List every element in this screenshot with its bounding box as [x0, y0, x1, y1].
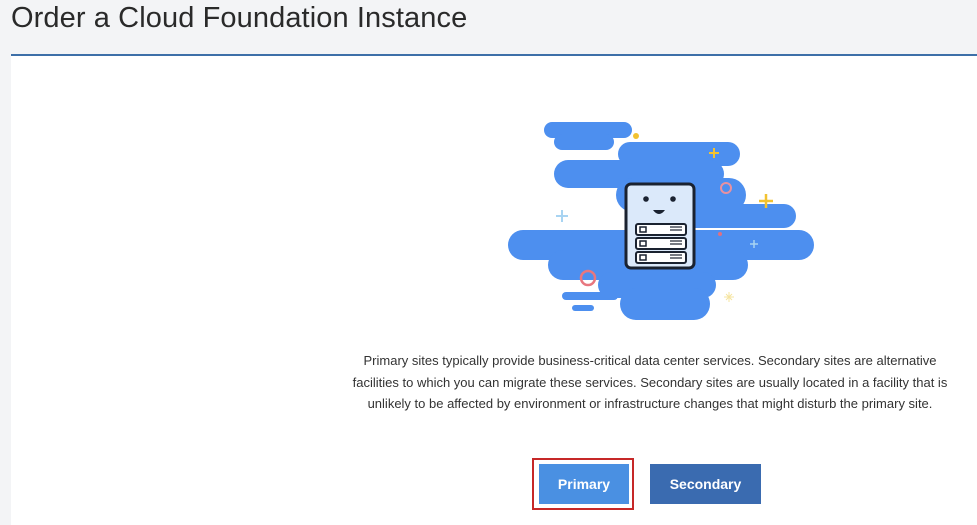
page-title: Order a Cloud Foundation Instance: [11, 2, 468, 34]
site-description: Primary sites typically provide business…: [352, 353, 948, 411]
secondary-button[interactable]: Secondary: [650, 464, 761, 504]
primary-button[interactable]: Primary: [539, 464, 629, 504]
content-panel: [11, 56, 977, 525]
page-header: Order a Cloud Foundation Instance: [0, 0, 977, 56]
server-cloud-icon: [508, 122, 814, 320]
